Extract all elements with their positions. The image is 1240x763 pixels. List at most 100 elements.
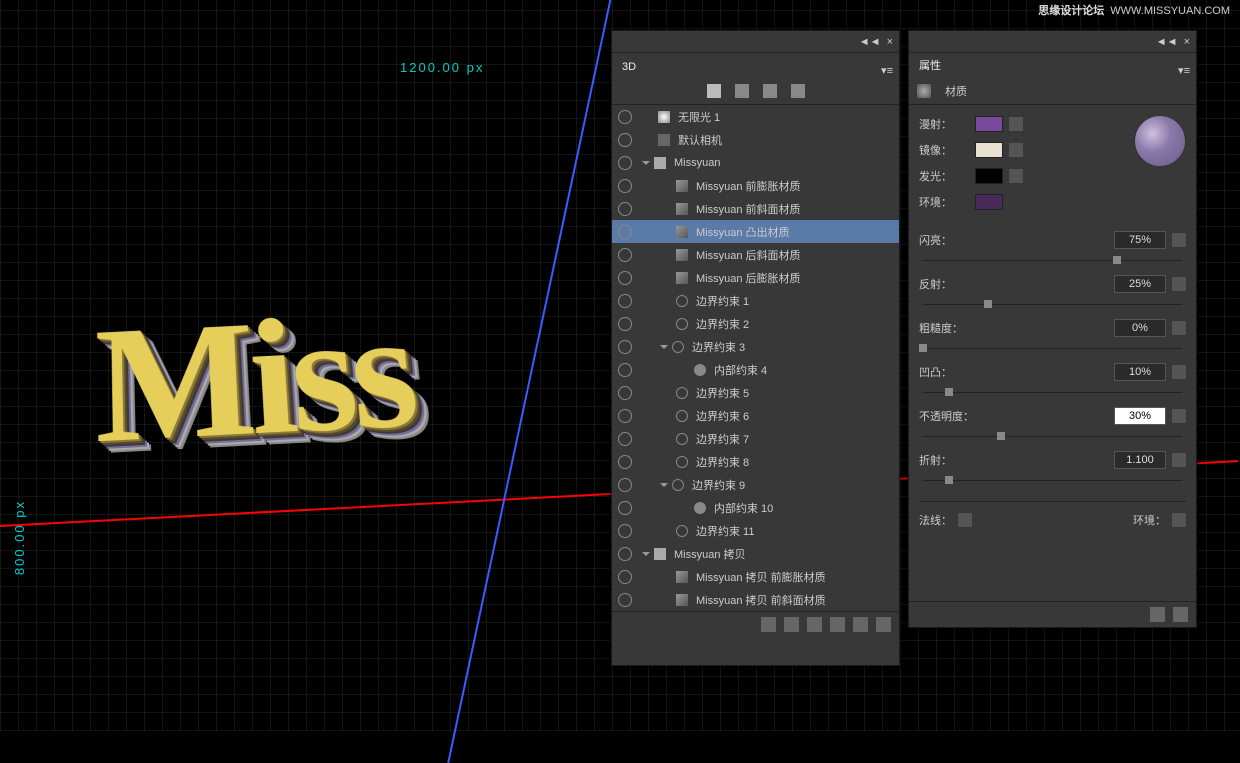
slider-thumb[interactable] [1113,256,1121,264]
slider-track[interactable] [923,341,1182,355]
slider-texture-icon[interactable] [1172,365,1186,379]
slider-thumb[interactable] [945,388,953,396]
render-icon[interactable] [807,617,822,632]
tree-row[interactable]: 边界约束 6 [612,404,899,427]
tab-3d[interactable]: 3D [612,57,646,77]
filter-mesh-icon[interactable] [735,84,749,98]
panel-props-header[interactable]: ◄◄ × [909,31,1196,53]
panel-menu-icon[interactable]: ▾≡ [881,64,893,77]
slider-value[interactable]: 30% [1114,407,1166,425]
filter-light-icon[interactable] [791,84,805,98]
visibility-toggle[interactable] [618,432,632,446]
tree-row[interactable]: 边界约束 8 [612,450,899,473]
props-footer-icon-2[interactable] [1173,607,1188,622]
tree-row[interactable]: Missyuan 后斜面材质 [612,243,899,266]
visibility-toggle[interactable] [618,202,632,216]
env-texture-icon[interactable] [1172,513,1186,527]
visibility-toggle[interactable] [618,179,632,193]
slider-track[interactable] [923,429,1182,443]
visibility-toggle[interactable] [618,455,632,469]
panel-close-icon[interactable]: × [887,36,893,48]
tree-row[interactable]: 边界约束 5 [612,381,899,404]
specular-swatch[interactable] [975,142,1003,158]
visibility-toggle[interactable] [618,501,632,515]
slider-value[interactable]: 0% [1114,319,1166,337]
tree-row[interactable]: Missyuan 拷贝 前膨胀材质 [612,565,899,588]
illum-texture-icon[interactable] [1009,169,1023,183]
visibility-toggle[interactable] [618,248,632,262]
visibility-toggle[interactable] [618,225,632,239]
visibility-toggle[interactable] [618,547,632,561]
slider-texture-icon[interactable] [1172,409,1186,423]
delete-icon[interactable] [876,617,891,632]
visibility-toggle[interactable] [618,110,632,124]
new-icon[interactable] [830,617,845,632]
slider-texture-icon[interactable] [1172,277,1186,291]
panel-3d-header[interactable]: ◄◄ × [612,31,899,53]
slider-texture-icon[interactable] [1172,453,1186,467]
tree-row[interactable]: 边界约束 1 [612,289,899,312]
visibility-toggle[interactable] [618,570,632,584]
tree-row[interactable]: Missyuan [612,151,899,174]
filter-scene-icon[interactable] [707,84,721,98]
tree-row[interactable]: 边界约束 2 [612,312,899,335]
panel-collapse-icon[interactable]: ◄◄ [1156,36,1178,48]
diffuse-texture-icon[interactable] [1009,117,1023,131]
diffuse-swatch[interactable] [975,116,1003,132]
slider-texture-icon[interactable] [1172,321,1186,335]
material-preview[interactable] [1134,115,1186,167]
visibility-toggle[interactable] [618,478,632,492]
tab-properties[interactable]: 属性 [909,53,951,77]
tree-row[interactable]: 默认相机 [612,128,899,151]
expand-arrow-icon[interactable] [660,345,668,349]
panel-close-icon[interactable]: × [1184,36,1190,48]
slider-track[interactable] [923,473,1182,487]
illum-swatch[interactable] [975,168,1003,184]
slider-value[interactable]: 25% [1114,275,1166,293]
tree-row[interactable]: Missyuan 前膨胀材质 [612,174,899,197]
expand-arrow-icon[interactable] [660,483,668,487]
tree-row[interactable]: 无限光 1 [612,105,899,128]
panel-collapse-icon[interactable]: ◄◄ [859,36,881,48]
slider-thumb[interactable] [997,432,1005,440]
tree-row[interactable]: 内部约束 10 [612,496,899,519]
specular-texture-icon[interactable] [1009,143,1023,157]
expand-arrow-icon[interactable] [642,161,650,165]
tree-row[interactable]: Missyuan 凸出材质 [612,220,899,243]
slider-thumb[interactable] [984,300,992,308]
visibility-toggle[interactable] [618,294,632,308]
filter-material-icon[interactable] [763,84,777,98]
tree-row[interactable]: Missyuan 拷贝 [612,542,899,565]
visibility-toggle[interactable] [618,271,632,285]
new2-icon[interactable] [853,617,868,632]
panel-menu-icon[interactable]: ▾≡ [1178,64,1190,77]
scene-tree[interactable]: 无限光 1默认相机MissyuanMissyuan 前膨胀材质Missyuan … [612,105,899,611]
trash-icon[interactable] [761,617,776,632]
light-icon[interactable] [784,617,799,632]
tree-row[interactable]: Missyuan 后膨胀材质 [612,266,899,289]
ambient-swatch[interactable] [975,194,1003,210]
tree-row[interactable]: Missyuan 前斜面材质 [612,197,899,220]
tree-row[interactable]: 边界约束 9 [612,473,899,496]
slider-value[interactable]: 10% [1114,363,1166,381]
tree-row[interactable]: 内部约束 4 [612,358,899,381]
visibility-toggle[interactable] [618,133,632,147]
3d-text[interactable]: Miss [94,278,420,483]
visibility-toggle[interactable] [618,386,632,400]
expand-arrow-icon[interactable] [642,552,650,556]
visibility-toggle[interactable] [618,363,632,377]
visibility-toggle[interactable] [618,524,632,538]
visibility-toggle[interactable] [618,317,632,331]
tree-row[interactable]: Missyuan 拷贝 前斜面材质 [612,588,899,611]
slider-track[interactable] [923,297,1182,311]
panel-3d[interactable]: ◄◄ × 3D ▾≡ 无限光 1默认相机MissyuanMissyuan 前膨胀… [611,30,900,666]
slider-value[interactable]: 75% [1114,231,1166,249]
visibility-toggle[interactable] [618,340,632,354]
slider-value[interactable]: 1.100 [1114,451,1166,469]
panel-properties[interactable]: ◄◄ × 属性 ▾≡ 材质 漫射： 镜像： 发光： 环境： 闪亮：75%反射：2… [908,30,1197,628]
visibility-toggle[interactable] [618,593,632,607]
slider-track[interactable] [923,253,1182,267]
visibility-toggle[interactable] [618,156,632,170]
tree-row[interactable]: 边界约束 7 [612,427,899,450]
slider-thumb[interactable] [945,476,953,484]
